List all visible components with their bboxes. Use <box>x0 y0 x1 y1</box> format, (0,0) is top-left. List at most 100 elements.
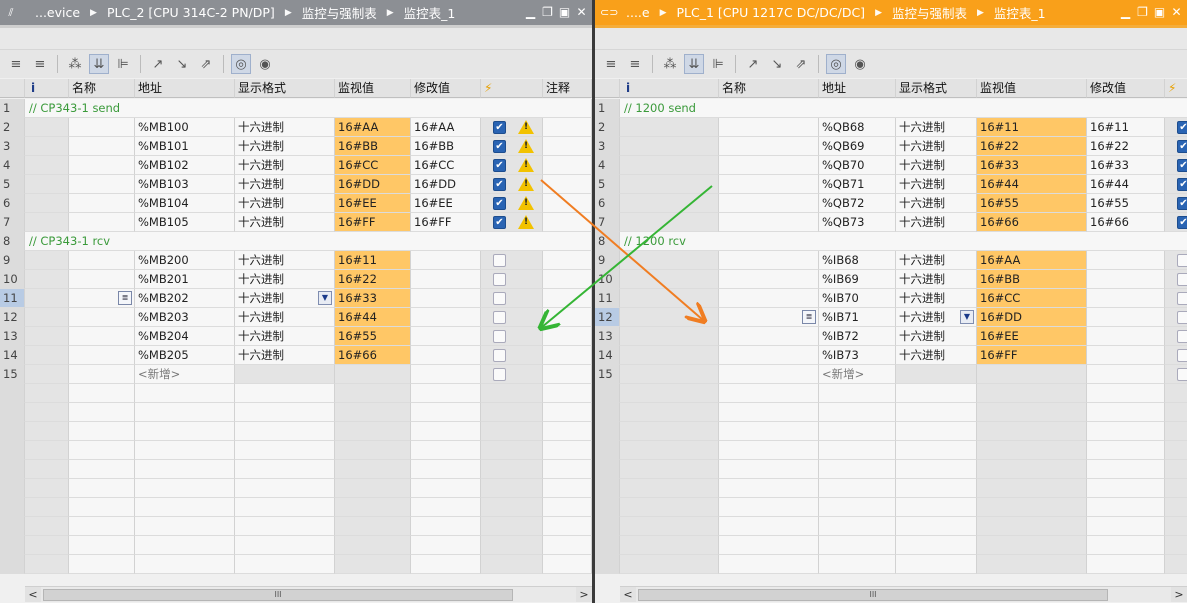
table-row[interactable]: 9 %MB200 十六进制 16#11 <box>0 251 592 270</box>
format-cell[interactable] <box>896 555 977 574</box>
table-row[interactable]: 5 %MB103 十六进制 16#DD 16#DD ✔! <box>0 175 592 194</box>
row-number[interactable]: 11 <box>0 289 25 308</box>
breadcrumb-table[interactable]: 监控表_1 <box>994 3 1046 22</box>
stop-force-icon[interactable]: ↘ <box>767 54 787 74</box>
row-number[interactable]: 1 <box>0 99 25 118</box>
comment-cell[interactable] <box>543 213 592 232</box>
table-row[interactable]: 11 %MB202 ≣ 十六进制 ▼ 16#33 <box>0 289 592 308</box>
table-row[interactable] <box>0 460 592 479</box>
add-row-icon[interactable]: ≡ <box>625 54 645 74</box>
table-row[interactable]: 12 %MB203 十六进制 16#44 <box>0 308 592 327</box>
format-cell[interactable] <box>896 479 977 498</box>
table-row[interactable]: 11 %IB70 十六进制 16#CC <box>595 289 1187 308</box>
header-name[interactable]: 名称 <box>69 79 135 98</box>
format-cell[interactable]: 十六进制 <box>896 346 977 365</box>
table-row[interactable] <box>595 441 1187 460</box>
address-cell[interactable] <box>135 403 235 422</box>
address-cell[interactable] <box>135 384 235 403</box>
force-checkbox[interactable] <box>493 330 506 343</box>
comment-cell[interactable] <box>543 460 592 479</box>
row-number[interactable]: 9 <box>595 251 620 270</box>
row-number[interactable] <box>0 517 25 536</box>
modify-value-cell[interactable] <box>1087 422 1165 441</box>
row-number[interactable]: 8 <box>595 232 620 251</box>
table-row[interactable] <box>0 441 592 460</box>
format-cell[interactable]: 十六进制 <box>896 270 977 289</box>
row-number[interactable]: 11 <box>595 289 620 308</box>
name-cell[interactable] <box>719 384 819 403</box>
header-monitor[interactable]: 监视值 <box>977 79 1087 98</box>
modify-value-cell[interactable] <box>411 422 481 441</box>
modify-value-cell[interactable]: 16#22 <box>1087 137 1165 156</box>
table-row[interactable]: 1// CP343-1 send <box>0 99 592 118</box>
comment-cell[interactable] <box>543 384 592 403</box>
modify-value-cell[interactable] <box>1087 251 1165 270</box>
format-cell[interactable]: 十六进制 <box>235 118 335 137</box>
comment-cell[interactable] <box>543 498 592 517</box>
modify-value-cell[interactable]: 16#44 <box>1087 175 1165 194</box>
name-cell[interactable] <box>69 422 135 441</box>
format-cell[interactable]: 十六进制 <box>896 251 977 270</box>
header-address[interactable]: 地址 <box>135 79 235 98</box>
format-cell[interactable]: 十六进制 <box>896 175 977 194</box>
address-cell[interactable]: %MB203 <box>135 308 235 327</box>
enable-peripheral-icon[interactable]: ⊫ <box>113 54 133 74</box>
format-cell[interactable]: 十六进制 <box>896 118 977 137</box>
force-checkbox[interactable]: ✔ <box>493 140 506 153</box>
row-number[interactable] <box>595 479 620 498</box>
row-number[interactable]: 12 <box>595 308 620 327</box>
minimize-icon[interactable]: ▁ <box>524 5 537 19</box>
row-number[interactable]: 5 <box>0 175 25 194</box>
name-cell[interactable] <box>69 194 135 213</box>
row-number[interactable]: 8 <box>0 232 25 251</box>
modify-value-cell[interactable] <box>1087 498 1165 517</box>
row-number[interactable] <box>0 536 25 555</box>
modify-value-cell[interactable] <box>411 327 481 346</box>
table-row[interactable] <box>595 460 1187 479</box>
row-number[interactable]: 15 <box>0 365 25 384</box>
name-cell[interactable] <box>69 555 135 574</box>
force-checkbox[interactable]: ✔ <box>493 121 506 134</box>
row-menu-icon[interactable]: ≣ <box>118 291 132 305</box>
row-number[interactable] <box>0 441 25 460</box>
table-row[interactable]: 3%QB69十六进制16#2216#22✔! <box>595 137 1187 156</box>
name-cell[interactable] <box>69 175 135 194</box>
name-cell[interactable] <box>69 118 135 137</box>
monitor-all-icon[interactable]: ◎ <box>231 54 251 74</box>
name-cell[interactable] <box>719 536 819 555</box>
format-dropdown-icon[interactable]: ▼ <box>960 310 974 324</box>
header-comment[interactable]: 注释 <box>543 79 592 98</box>
modify-value-cell[interactable] <box>1087 270 1165 289</box>
address-cell[interactable] <box>819 555 896 574</box>
modify-value-cell[interactable]: 16#55 <box>1087 194 1165 213</box>
address-cell[interactable]: %MB100 <box>135 118 235 137</box>
horizontal-scrollbar[interactable]: < III > <box>25 586 592 602</box>
modify-value-cell[interactable]: 16#33 <box>1087 156 1165 175</box>
modify-value-cell[interactable] <box>411 441 481 460</box>
modify-value-cell[interactable] <box>1087 289 1165 308</box>
force-checkbox[interactable] <box>493 292 506 305</box>
modify-value-cell[interactable]: 16#EE <box>411 194 481 213</box>
format-cell[interactable] <box>235 517 335 536</box>
address-cell[interactable]: %IB70 <box>819 289 896 308</box>
row-number[interactable]: 9 <box>0 251 25 270</box>
modify-value-cell[interactable] <box>411 308 481 327</box>
force-checkbox[interactable] <box>493 349 506 362</box>
modify-trigger-icon[interactable]: ⇊ <box>89 54 109 74</box>
row-number[interactable]: 12 <box>0 308 25 327</box>
format-cell[interactable]: 十六进制 <box>896 137 977 156</box>
monitor-once-icon[interactable]: ◉ <box>850 54 870 74</box>
format-cell[interactable]: 十六进制 <box>235 213 335 232</box>
table-row[interactable]: 13 %IB72 十六进制 16#EE <box>595 327 1187 346</box>
row-number[interactable]: 2 <box>0 118 25 137</box>
maximize-icon[interactable]: ▣ <box>558 5 571 19</box>
modify-value-cell[interactable] <box>411 460 481 479</box>
table-row[interactable]: 4%QB70十六进制16#3316#33✔! <box>595 156 1187 175</box>
format-cell[interactable] <box>235 384 335 403</box>
table-row[interactable] <box>595 498 1187 517</box>
comment-cell[interactable] <box>543 308 592 327</box>
modify-value-cell[interactable] <box>1087 441 1165 460</box>
comment-cell[interactable] <box>543 365 592 384</box>
format-cell[interactable] <box>235 422 335 441</box>
name-cell[interactable] <box>719 327 819 346</box>
